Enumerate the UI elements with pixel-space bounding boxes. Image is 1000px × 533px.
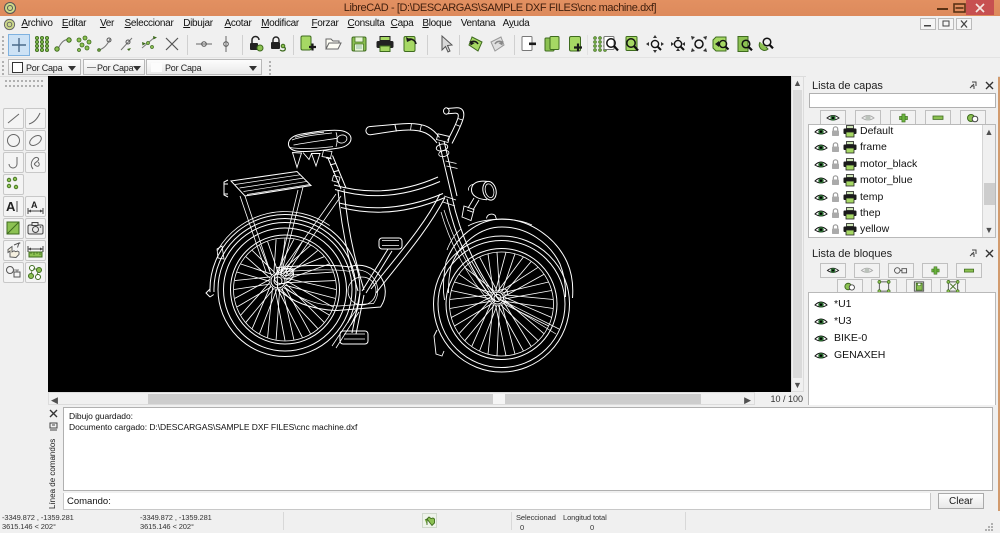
svg-text:A: A [6,199,16,214]
svg-text:A: A [31,200,38,210]
